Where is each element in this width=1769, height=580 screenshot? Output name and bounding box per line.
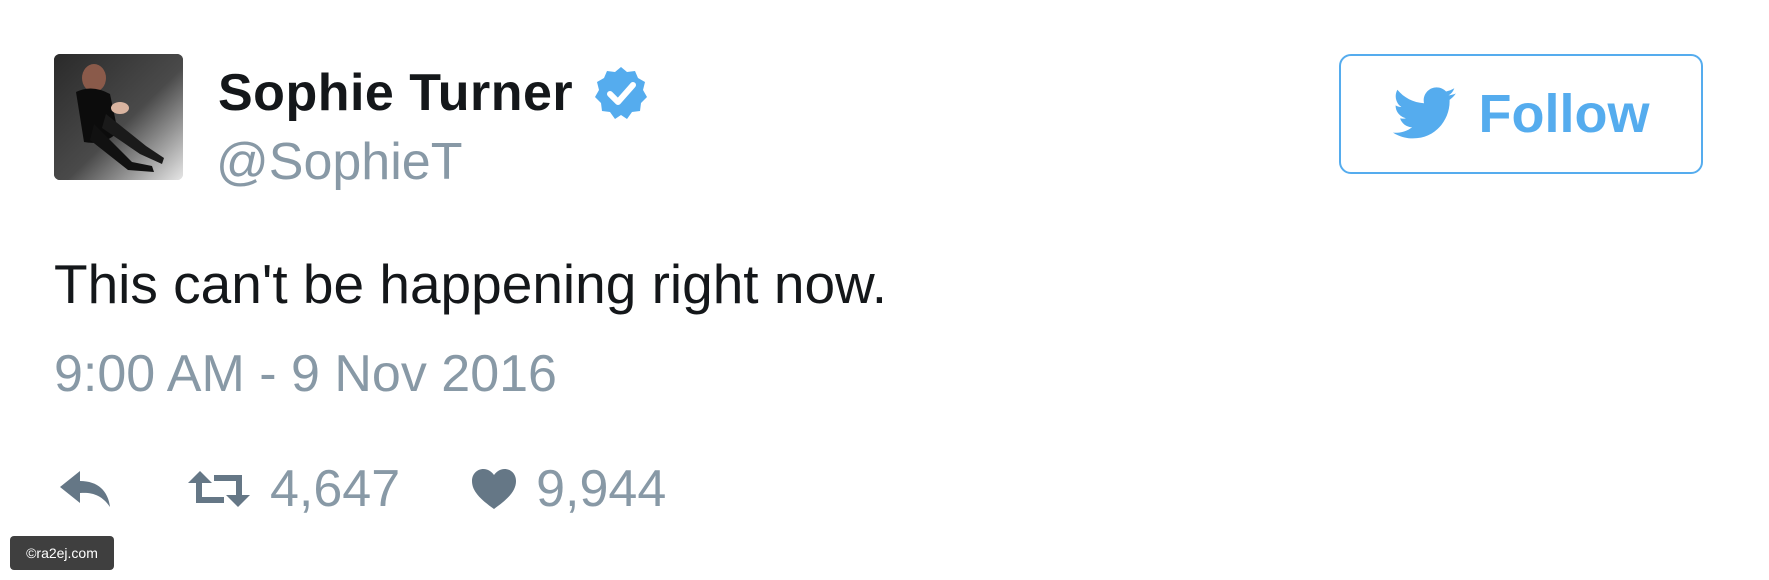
reply-button[interactable] bbox=[56, 467, 114, 511]
author-name-row: Sophie Turner bbox=[218, 60, 649, 126]
retweet-count: 4,647 bbox=[270, 460, 401, 518]
retweet-button[interactable]: 4,647 bbox=[186, 459, 400, 519]
like-button[interactable]: 9,944 bbox=[470, 459, 666, 519]
tweet-card: Sophie Turner @SophieT Follow This can't… bbox=[0, 0, 1769, 580]
tweet-actions: 4,647 9,944 bbox=[56, 456, 666, 522]
twitter-bird-icon bbox=[1392, 87, 1456, 139]
author-display-name[interactable]: Sophie Turner bbox=[218, 63, 573, 123]
watermark: ©ra2ej.com bbox=[10, 536, 114, 570]
retweet-icon bbox=[188, 471, 250, 507]
avatar[interactable] bbox=[54, 54, 183, 180]
verified-badge-icon bbox=[593, 65, 649, 121]
follow-button[interactable]: Follow bbox=[1339, 54, 1703, 174]
tweet-timestamp[interactable]: 9:00 AM - 9 Nov 2016 bbox=[54, 344, 557, 404]
heart-icon bbox=[472, 469, 517, 509]
reply-icon bbox=[60, 471, 110, 507]
follow-button-label: Follow bbox=[1478, 84, 1650, 144]
avatar-photo bbox=[54, 54, 183, 180]
author-handle[interactable]: @SophieT bbox=[216, 132, 462, 192]
tweet-text: This can't be happening right now. bbox=[54, 253, 888, 315]
like-count: 9,944 bbox=[536, 460, 667, 518]
